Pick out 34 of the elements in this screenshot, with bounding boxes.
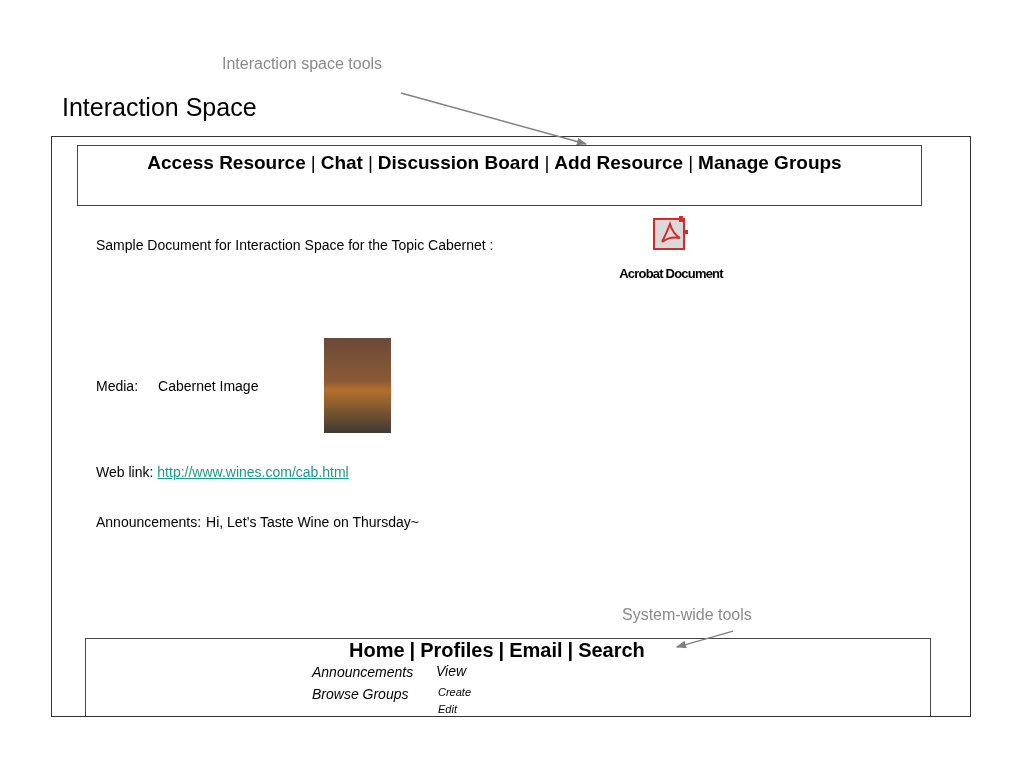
annotation-arrow (675, 630, 734, 649)
file-label: Acrobat Document (619, 266, 723, 281)
web-link-label: Web link: (96, 464, 154, 480)
photo-placeholder[interactable] (324, 338, 392, 433)
tool-link[interactable]: Access Resource (147, 152, 306, 174)
system-link[interactable]: Email (509, 639, 563, 661)
separator-text: | (498, 639, 505, 661)
annotation-label: Interaction space tools (222, 55, 383, 73)
system-link[interactable]: Home (349, 639, 405, 661)
annotation-label: System-wide tools (622, 606, 752, 624)
separator-text: | (409, 639, 416, 661)
menu-option[interactable]: Create (438, 683, 472, 700)
tool-link[interactable]: Chat (320, 152, 363, 174)
menu-option[interactable]: View (436, 661, 467, 681)
web-link[interactable]: http://www.wines.com/cab.html (157, 464, 349, 480)
media-name: Cabernet Image (158, 377, 260, 394)
separator-text: | (544, 152, 550, 174)
tool-link[interactable]: Discussion Board (377, 152, 540, 174)
media-label: Media: (96, 377, 139, 394)
separator-text: | (688, 152, 694, 174)
tool-link[interactable]: Manage Groups (698, 152, 842, 174)
separator-text: | (367, 152, 373, 174)
menu-item[interactable]: Browse Groups (312, 683, 436, 717)
menu-option[interactable]: Edit (438, 700, 472, 717)
pdf-file-icon[interactable] (653, 216, 689, 250)
separator-text: | (310, 152, 316, 174)
menu-item[interactable]: Announcements (312, 661, 436, 683)
announcement-text: Hi, Let’s Taste Wine on Thursday~ (206, 514, 419, 530)
separator-text: | (567, 639, 574, 661)
system-link[interactable]: Profiles (420, 639, 494, 661)
tool-link[interactable]: Add Resource (554, 152, 684, 174)
document-label: Sample Document for Interaction Space for the Topic Cabernet : (96, 237, 495, 255)
system-link[interactable]: Search (578, 639, 645, 661)
announcement-label: Announcements: (96, 514, 202, 530)
